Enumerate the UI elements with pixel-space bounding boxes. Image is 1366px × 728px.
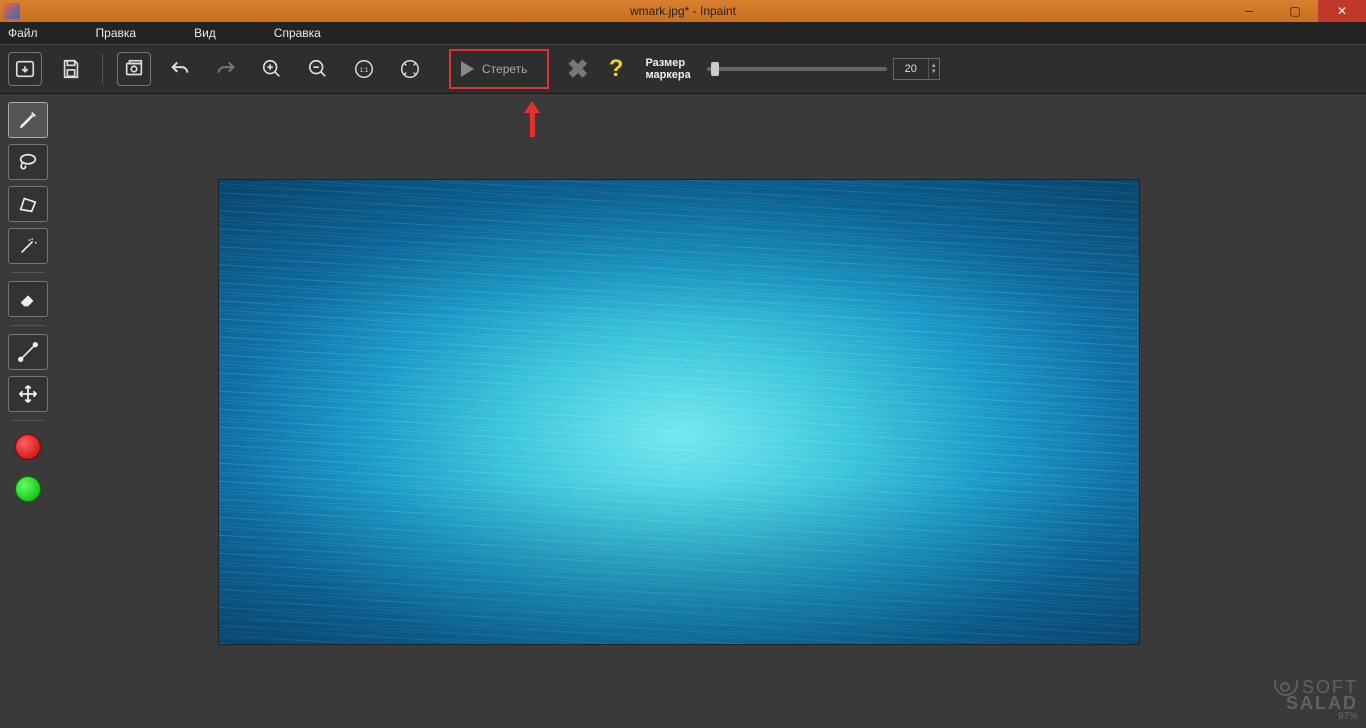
green-circle-icon (15, 476, 41, 502)
move-icon (17, 383, 39, 405)
canvas-area[interactable] (56, 94, 1366, 728)
lasso-icon (17, 151, 39, 173)
window-title: wmark.jpg* - Inpaint (630, 4, 736, 18)
marker-size-spinner[interactable]: ▲ ▼ (893, 58, 940, 80)
sidebar-separator (11, 325, 45, 326)
sidebar-separator (11, 420, 45, 421)
workspace (0, 94, 1366, 728)
watermark-percent: 97% (1274, 710, 1358, 724)
marker-tool[interactable] (8, 102, 48, 138)
window-controls: ─ ▢ ✕ (1226, 0, 1366, 22)
open-icon (14, 58, 36, 80)
zoom-fit-button[interactable] (393, 52, 427, 86)
marker-icon (17, 109, 39, 131)
polygon-tool[interactable] (8, 186, 48, 222)
redo-button[interactable] (209, 52, 243, 86)
slider-thumb[interactable] (711, 62, 719, 76)
menu-view[interactable]: Вид (194, 26, 216, 40)
undo-icon (169, 58, 191, 80)
undo-button[interactable] (163, 52, 197, 86)
cancel-button[interactable]: ✖ (567, 54, 589, 85)
open-button[interactable] (8, 52, 42, 86)
move-tool[interactable] (8, 376, 48, 412)
eraser-icon (17, 288, 39, 310)
marker-size-input[interactable] (894, 59, 928, 79)
save-icon (60, 58, 82, 80)
minimize-button[interactable]: ─ (1226, 0, 1272, 22)
line-icon (17, 341, 39, 363)
red-mask-tool[interactable] (8, 429, 48, 465)
menu-file[interactable]: Файл (8, 26, 38, 40)
line-tool[interactable] (8, 334, 48, 370)
image-canvas[interactable] (218, 179, 1140, 645)
zoom-fit-icon (399, 58, 421, 80)
lasso-tool[interactable] (8, 144, 48, 180)
redo-icon (215, 58, 237, 80)
marker-size-slider[interactable] (707, 67, 887, 71)
red-circle-icon (15, 434, 41, 460)
menu-help[interactable]: Справка (274, 26, 321, 40)
zoom-in-button[interactable] (255, 52, 289, 86)
zoom-out-icon (307, 58, 329, 80)
zoom-out-button[interactable] (301, 52, 335, 86)
marker-size-control: ▲ ▼ (707, 58, 940, 80)
erase-button[interactable]: Стереть (449, 49, 549, 89)
sidebar-separator (11, 272, 45, 273)
toolbar: 1:1 Стереть ✖ ? Размер маркера ▲ ▼ (0, 44, 1366, 94)
zoom-1to1-icon: 1:1 (353, 58, 375, 80)
erase-label: Стереть (482, 62, 527, 76)
zoom-in-icon (261, 58, 283, 80)
magic-wand-tool[interactable] (8, 228, 48, 264)
maximize-button[interactable]: ▢ (1272, 0, 1318, 22)
polygon-icon (17, 193, 39, 215)
menubar: Файл Правка Вид Справка (0, 22, 1366, 44)
close-button[interactable]: ✕ (1318, 0, 1366, 22)
spinner-down[interactable]: ▼ (931, 69, 937, 75)
app-icon (4, 3, 20, 19)
play-icon (461, 61, 474, 77)
eraser-tool[interactable] (8, 281, 48, 317)
sidebar (0, 94, 56, 728)
titlebar: wmark.jpg* - Inpaint ─ ▢ ✕ (0, 0, 1366, 22)
menu-edit[interactable]: Правка (96, 26, 137, 40)
separator (102, 54, 103, 84)
wand-icon (17, 235, 39, 257)
save-button[interactable] (54, 52, 88, 86)
marker-size-label: Размер маркера (645, 57, 690, 81)
batch-icon (123, 58, 145, 80)
green-mask-tool[interactable] (8, 471, 48, 507)
batch-button[interactable] (117, 52, 151, 86)
help-button[interactable]: ? (609, 55, 624, 83)
watermark: SOFT SALAD 97% (1274, 680, 1358, 724)
zoom-actual-button[interactable]: 1:1 (347, 52, 381, 86)
annotation-arrow (524, 101, 540, 137)
svg-text:1:1: 1:1 (360, 67, 369, 74)
